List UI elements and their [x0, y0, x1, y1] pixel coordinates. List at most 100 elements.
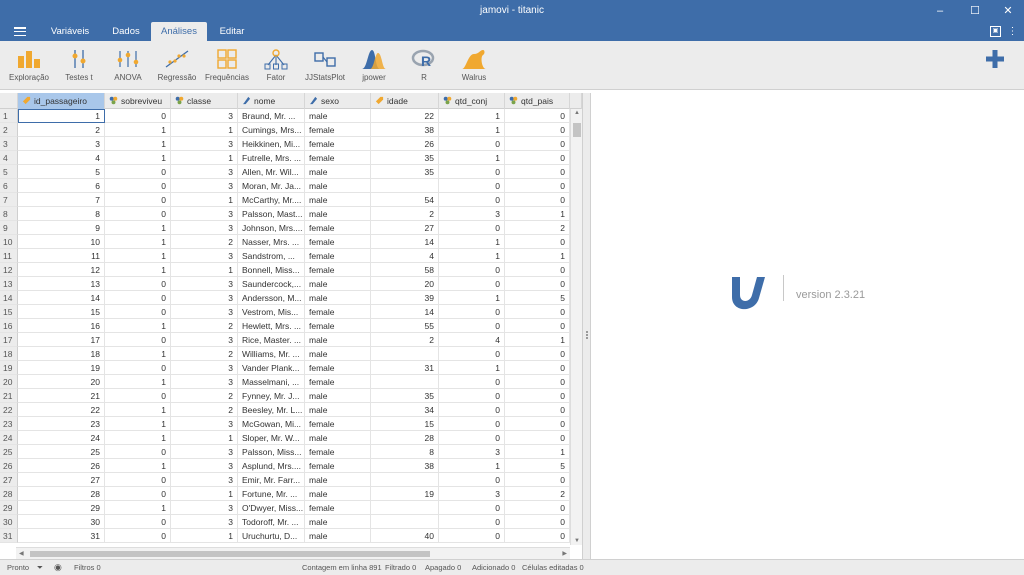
table-cell[interactable]: Masselmani, ...	[238, 375, 305, 389]
table-cell[interactable]: 0	[505, 277, 570, 291]
table-cell[interactable]: 0	[505, 165, 570, 179]
row-number[interactable]: 21	[0, 389, 18, 403]
table-cell[interactable]: male	[305, 473, 371, 487]
table-cell[interactable]: 0	[505, 403, 570, 417]
table-cell[interactable]: 14	[371, 305, 439, 319]
table-cell[interactable]: 0	[439, 193, 505, 207]
table-cell[interactable]: 0	[105, 361, 171, 375]
table-cell[interactable]: 1	[105, 235, 171, 249]
row-number[interactable]: 29	[0, 501, 18, 515]
table-cell[interactable]: 15	[18, 305, 105, 319]
table-cell[interactable]: Fortune, Mr. ...	[238, 487, 305, 501]
table-cell[interactable]: 27	[18, 473, 105, 487]
table-cell[interactable]: 1	[505, 333, 570, 347]
table-cell[interactable]: 0	[505, 263, 570, 277]
table-cell[interactable]: Williams, Mr. ...	[238, 347, 305, 361]
minimize-button[interactable]: –	[925, 4, 955, 18]
row-number[interactable]: 14	[0, 291, 18, 305]
table-cell[interactable]: 22	[18, 403, 105, 417]
table-cell[interactable]: female	[305, 235, 371, 249]
frequencias-button[interactable]: Frequências	[203, 41, 251, 90]
table-cell[interactable]: 3	[171, 165, 238, 179]
table-cell[interactable]: female	[305, 305, 371, 319]
table-cell[interactable]: 1	[105, 431, 171, 445]
row-number[interactable]: 31	[0, 529, 18, 543]
filter-icon[interactable]: ⏷	[37, 560, 43, 575]
table-cell[interactable]: 22	[371, 109, 439, 123]
table-cell[interactable]: 1	[505, 207, 570, 221]
table-cell[interactable]: 0	[505, 305, 570, 319]
table-cell[interactable]	[371, 473, 439, 487]
table-cell[interactable]: 1	[105, 263, 171, 277]
row-number[interactable]: 1	[0, 109, 18, 123]
table-cell[interactable]: 26	[371, 137, 439, 151]
scroll-left-icon[interactable]: ◀	[19, 550, 24, 557]
table-cell[interactable]: male	[305, 333, 371, 347]
r-button[interactable]: R R	[406, 41, 442, 90]
table-cell[interactable]: 0	[505, 515, 570, 529]
table-cell[interactable]: 0	[439, 501, 505, 515]
vertical-scroll-thumb[interactable]	[573, 123, 581, 137]
table-cell[interactable]: Vestrom, Mis...	[238, 305, 305, 319]
table-cell[interactable]: 2	[171, 403, 238, 417]
table-cell[interactable]: 3	[171, 221, 238, 235]
hamburger-menu-icon[interactable]	[14, 27, 26, 37]
table-cell[interactable]: 1	[171, 123, 238, 137]
table-cell[interactable]: 21	[18, 389, 105, 403]
table-cell[interactable]: 15	[371, 417, 439, 431]
table-cell[interactable]: 0	[505, 319, 570, 333]
table-cell[interactable]: 3	[171, 515, 238, 529]
row-number[interactable]: 30	[0, 515, 18, 529]
row-number[interactable]: 23	[0, 417, 18, 431]
table-cell[interactable]: 3	[171, 361, 238, 375]
table-cell[interactable]: 3	[171, 445, 238, 459]
table-cell[interactable]: 0	[505, 137, 570, 151]
table-cell[interactable]: male	[305, 515, 371, 529]
table-cell[interactable]: male	[305, 165, 371, 179]
table-cell[interactable]: 55	[371, 319, 439, 333]
row-number[interactable]: 3	[0, 137, 18, 151]
table-cell[interactable]: female	[305, 123, 371, 137]
table-cell[interactable]: 29	[18, 501, 105, 515]
table-cell[interactable]: 30	[18, 515, 105, 529]
table-cell[interactable]: 1	[439, 109, 505, 123]
column-header-sexo[interactable]: sexo	[305, 93, 371, 109]
table-cell[interactable]: 2	[171, 347, 238, 361]
testes-t-button[interactable]: Testes t	[56, 41, 102, 90]
row-number[interactable]: 2	[0, 123, 18, 137]
table-cell[interactable]: 0	[505, 473, 570, 487]
table-cell[interactable]: 1	[171, 487, 238, 501]
table-cell[interactable]: Futrelle, Mrs. ...	[238, 151, 305, 165]
table-cell[interactable]: 28	[371, 431, 439, 445]
table-cell[interactable]: female	[305, 417, 371, 431]
table-cell[interactable]: 35	[371, 151, 439, 165]
table-cell[interactable]: 0	[105, 473, 171, 487]
table-cell[interactable]: Andersson, M...	[238, 291, 305, 305]
table-cell[interactable]: 0	[105, 305, 171, 319]
table-cell[interactable]: 2	[371, 207, 439, 221]
table-cell[interactable]: McCarthy, Mr....	[238, 193, 305, 207]
table-cell[interactable]: 1	[105, 347, 171, 361]
table-cell[interactable]: 5	[18, 165, 105, 179]
jjstatsplot-button[interactable]: JJStatsPlot	[302, 41, 348, 90]
table-cell[interactable]: female	[305, 249, 371, 263]
table-cell[interactable]: 3	[171, 179, 238, 193]
row-number[interactable]: 17	[0, 333, 18, 347]
table-cell[interactable]: 0	[439, 137, 505, 151]
table-cell[interactable]: Uruchurtu, D...	[238, 529, 305, 543]
tab-dados[interactable]: Dados	[104, 22, 148, 41]
table-cell[interactable]: 3	[171, 305, 238, 319]
table-cell[interactable]: 1	[505, 249, 570, 263]
table-cell[interactable]: 12	[18, 263, 105, 277]
table-cell[interactable]: 40	[371, 529, 439, 543]
table-cell[interactable]: 25	[18, 445, 105, 459]
table-cell[interactable]: 0	[105, 333, 171, 347]
column-header-id-passageiro[interactable]: id_passageiro	[18, 93, 105, 109]
table-cell[interactable]: 1	[171, 263, 238, 277]
table-cell[interactable]: 2	[18, 123, 105, 137]
table-cell[interactable]: 0	[105, 277, 171, 291]
table-cell[interactable]: Fynney, Mr. J...	[238, 389, 305, 403]
table-cell[interactable]: 1	[105, 459, 171, 473]
table-cell[interactable]: 9	[18, 221, 105, 235]
table-cell[interactable]: 28	[18, 487, 105, 501]
